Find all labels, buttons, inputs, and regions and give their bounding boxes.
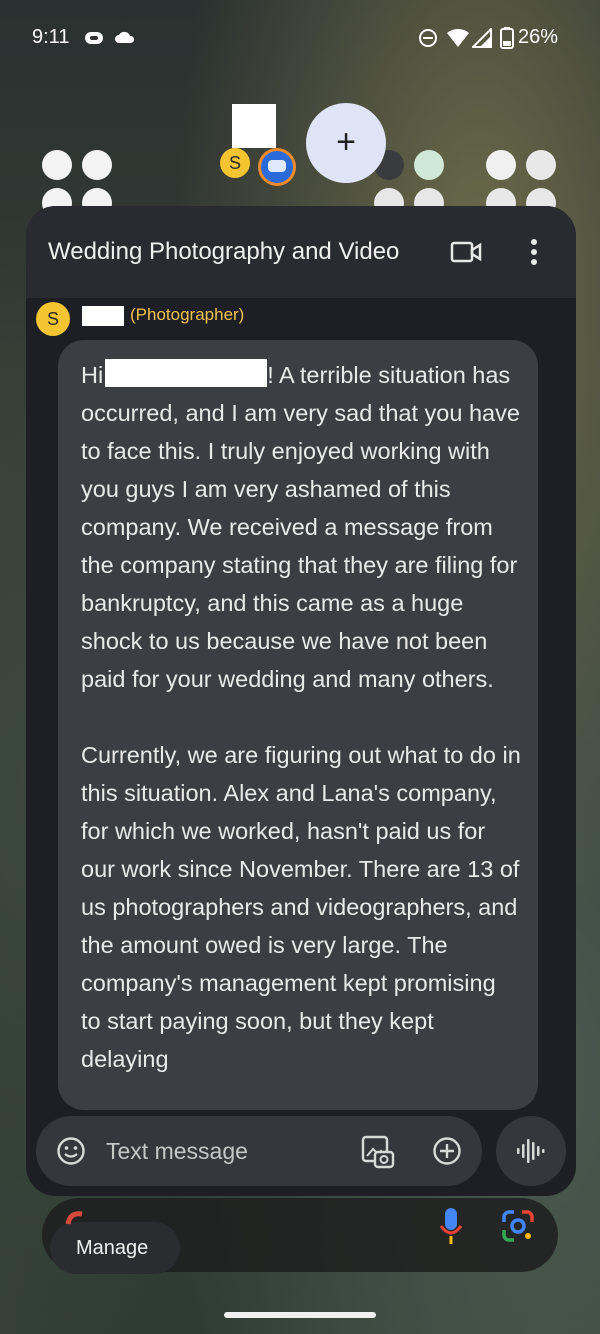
roku-app-icon[interactable] <box>486 150 516 180</box>
sender-avatar[interactable]: S <box>36 302 70 336</box>
google-lens-icon[interactable] <box>500 1208 536 1244</box>
more-options-icon[interactable] <box>528 238 540 266</box>
google-home-app-icon[interactable] <box>42 150 72 180</box>
google-g-icon <box>65 1211 83 1225</box>
add-bubble-button[interactable]: + <box>306 103 386 183</box>
cloud-icon <box>115 31 135 43</box>
gallery-icon[interactable] <box>360 1134 396 1170</box>
message-bubble[interactable]: Hi! A terrible situation has occurred, a… <box>58 340 538 1110</box>
sender-role: (Photographer) <box>130 305 245 324</box>
google-wallet-app-icon[interactable] <box>82 150 112 180</box>
message-composer[interactable]: Text message <box>36 1116 482 1186</box>
voice-message-button[interactable] <box>496 1116 566 1186</box>
message-body: ! A terrible situation has occurred, and… <box>81 362 521 1072</box>
spectrum-app-icon[interactable] <box>526 150 556 180</box>
do-not-disturb-icon <box>419 29 437 47</box>
manage-label: Manage <box>76 1237 149 1259</box>
video-call-icon[interactable] <box>450 240 482 264</box>
bubble-avatar[interactable]: S <box>220 148 250 178</box>
manage-bubbles-button[interactable]: Manage <box>50 1222 180 1274</box>
notification-icon <box>85 32 103 44</box>
messages-bubble-icon[interactable] <box>258 148 296 186</box>
battery-icon <box>500 27 514 49</box>
redacted-bubble-image <box>232 104 276 148</box>
redacted-sender-name <box>82 306 124 326</box>
conversation-title: Wedding Photography and Video <box>48 238 400 265</box>
conversation-header: Wedding Photography and Video <box>26 206 576 298</box>
waveform-icon <box>517 1139 545 1163</box>
smart-home-app-icon[interactable] <box>414 150 444 180</box>
status-time: 9:11 <box>32 26 70 48</box>
composer-placeholder[interactable]: Text message <box>106 1138 248 1165</box>
battery-percentage: 26% <box>518 26 559 48</box>
navigation-handle[interactable] <box>224 1312 376 1318</box>
chat-icon <box>261 151 293 183</box>
message-greeting: Hi <box>81 362 104 388</box>
conversation-panel: Wedding Photography and Video S (Photogr… <box>26 206 576 1196</box>
redacted-recipient-name <box>105 359 268 387</box>
status-bar: 9:11 26% <box>0 0 600 76</box>
emoji-icon[interactable] <box>56 1136 86 1166</box>
wifi-icon <box>447 28 469 47</box>
microphone-icon[interactable] <box>438 1206 464 1246</box>
message-text: Hi! A terrible situation has occurred, a… <box>81 356 521 1078</box>
add-attachment-icon[interactable] <box>432 1136 462 1166</box>
signal-icon <box>472 28 492 48</box>
